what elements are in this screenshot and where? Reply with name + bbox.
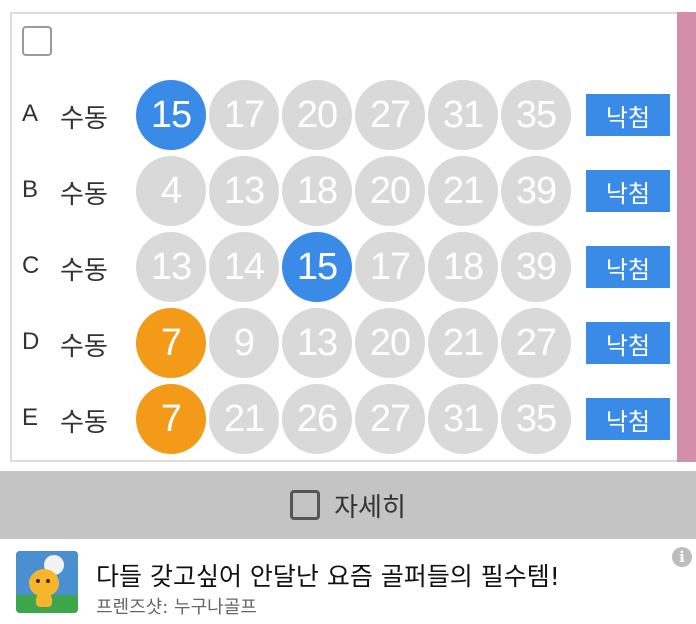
- row-mode: 수동: [60, 256, 108, 286]
- ticket-row-a: A 수동 15 17 20 27 31 35 낙첨: [12, 78, 682, 150]
- number-ball: 26: [282, 384, 352, 454]
- number-ball: 35: [501, 384, 571, 454]
- number-ball: 17: [355, 232, 425, 302]
- number-ball: 31: [428, 80, 498, 150]
- number-ball: 7: [136, 384, 206, 454]
- detail-checkbox[interactable]: [290, 490, 321, 520]
- number-ball: 18: [282, 156, 352, 226]
- row-mode: 수동: [60, 180, 108, 210]
- detail-toggle[interactable]: 자세히: [0, 471, 696, 539]
- ticket-row-d: D 수동 7 9 13 20 21 27 낙첨: [12, 306, 682, 378]
- number-ball: 27: [355, 384, 425, 454]
- select-all-checkbox[interactable]: [22, 26, 52, 56]
- row-mode: 수동: [60, 104, 108, 134]
- number-ball: 20: [355, 156, 425, 226]
- number-ball: 15: [136, 80, 206, 150]
- number-ball: 17: [209, 80, 279, 150]
- number-ball: 9: [209, 308, 279, 378]
- row-mode: 수동: [60, 332, 108, 362]
- number-ball: 13: [136, 232, 206, 302]
- row-letter: D: [22, 328, 40, 355]
- result-button[interactable]: 낙첨: [586, 246, 670, 288]
- number-ball: 21: [209, 384, 279, 454]
- result-button[interactable]: 낙첨: [586, 398, 670, 440]
- number-ball: 13: [209, 156, 279, 226]
- number-ball: 31: [428, 384, 498, 454]
- ticket-card: A 수동 15 17 20 27 31 35 낙첨 B 수동 4 13 18 2…: [10, 12, 680, 462]
- number-ball: 35: [501, 80, 571, 150]
- ticket-row-e: E 수동 7 21 26 27 31 35 낙첨: [12, 382, 682, 454]
- info-icon[interactable]: i: [672, 547, 692, 567]
- result-button[interactable]: 낙첨: [586, 170, 670, 212]
- number-ball: 21: [428, 308, 498, 378]
- ad-title[interactable]: 다들 갖고싶어 안달난 요즘 골퍼들의 필수템!: [96, 557, 560, 593]
- number-ball: 7: [136, 308, 206, 378]
- ticket-row-c: C 수동 13 14 15 17 18 39 낙첨: [12, 230, 682, 302]
- ticket-row-b: B 수동 4 13 18 20 21 39 낙첨: [12, 154, 682, 226]
- row-letter: C: [22, 252, 40, 279]
- row-mode: 수동: [60, 408, 108, 438]
- ad-thumbnail-icon[interactable]: [16, 551, 78, 613]
- ad-banner[interactable]: 다들 갖고싶어 안달난 요즘 골퍼들의 필수템! 프렌즈샷: 누구나골프 i: [0, 539, 696, 624]
- result-button[interactable]: 낙첨: [586, 94, 670, 136]
- number-ball: 20: [282, 80, 352, 150]
- ad-subtitle: 프렌즈샷: 누구나골프: [96, 597, 257, 618]
- row-letter: E: [22, 404, 39, 431]
- number-ball: 13: [282, 308, 352, 378]
- number-ball: 39: [501, 232, 571, 302]
- number-ball: 14: [209, 232, 279, 302]
- scroll-accent-bar: [677, 12, 696, 462]
- number-ball: 39: [501, 156, 571, 226]
- number-ball: 15: [282, 232, 352, 302]
- number-ball: 27: [501, 308, 571, 378]
- number-ball: 27: [355, 80, 425, 150]
- result-button[interactable]: 낙첨: [586, 322, 670, 364]
- number-ball: 4: [136, 156, 206, 226]
- number-ball: 18: [428, 232, 498, 302]
- row-letter: A: [22, 100, 39, 127]
- detail-label: 자세히: [334, 492, 406, 523]
- number-ball: 21: [428, 156, 498, 226]
- row-letter: B: [22, 176, 39, 203]
- number-ball: 20: [355, 308, 425, 378]
